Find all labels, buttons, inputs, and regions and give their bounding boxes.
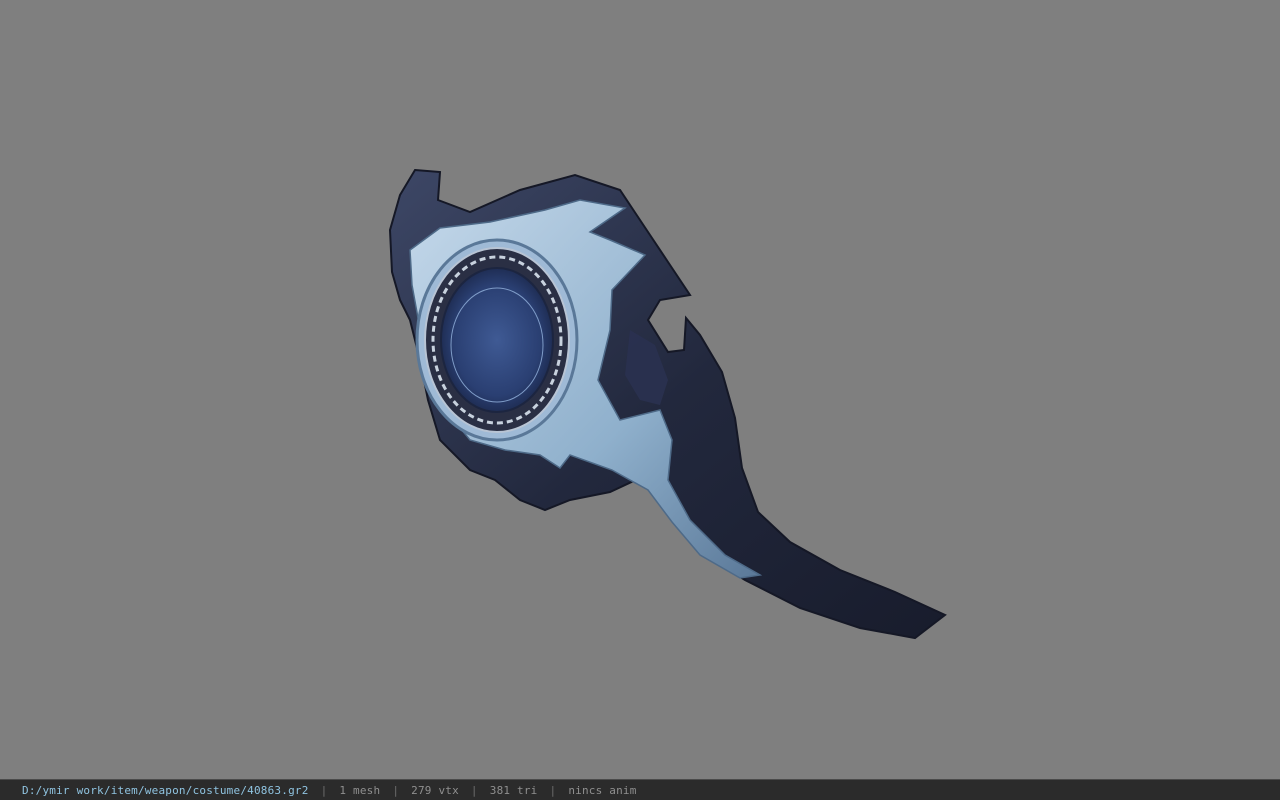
vertex-count-label: 279 vtx [411,783,459,797]
weapon-model-icon[interactable] [0,0,1280,779]
status-separator: | [320,783,328,797]
status-separator: | [549,783,557,797]
triangle-count-label: 381 tri [489,783,538,797]
file-path-label: D:/ymir work/item/weapon/costume/40863.g… [22,783,309,797]
mesh-count-label: 1 mesh [339,783,381,797]
status-bar: D:/ymir work/item/weapon/costume/40863.g… [0,779,1280,800]
model-viewport[interactable] [0,0,1280,779]
status-separator: | [392,783,400,797]
status-separator: | [470,783,478,797]
animation-status-label: nincs anim [568,783,637,797]
orb-gem [440,267,554,413]
